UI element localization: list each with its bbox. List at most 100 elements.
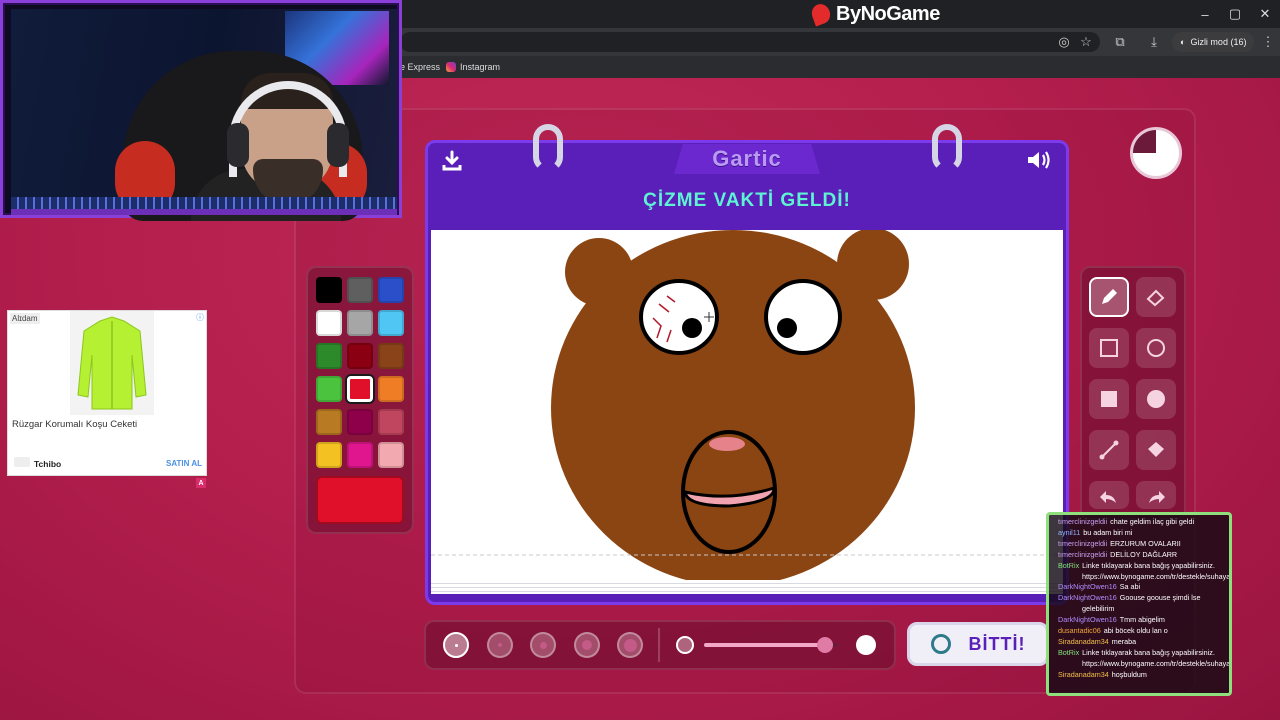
color-swatch[interactable] <box>347 409 373 435</box>
done-button[interactable]: BİTTİ! <box>907 622 1049 666</box>
webcam-overlay <box>0 0 402 221</box>
chat-username: tımerclinizgeldii <box>1058 538 1108 548</box>
color-swatch[interactable] <box>316 310 342 336</box>
drawing-canvas[interactable] <box>431 228 1063 594</box>
download-icon[interactable]: ⤓ <box>1142 31 1166 53</box>
color-swatch[interactable] <box>378 343 404 369</box>
chat-text: Goouse goouse şimdi lse <box>1119 593 1201 603</box>
brush-size-button[interactable] <box>443 632 469 658</box>
color-swatch[interactable] <box>316 409 342 435</box>
brand-logo: ByNoGame <box>809 1 940 27</box>
paper-edge <box>431 580 1063 594</box>
color-swatch[interactable] <box>347 277 373 303</box>
opacity-min-icon[interactable] <box>676 636 694 654</box>
tracking-off-icon[interactable]: ◎ <box>1052 31 1076 53</box>
chat-username: DarkNightOwen16 <box>1058 593 1117 603</box>
color-swatch[interactable] <box>378 277 404 303</box>
color-swatch[interactable] <box>316 376 342 402</box>
bookmark-instagram[interactable]: Instagram <box>446 58 500 76</box>
opacity-max-icon[interactable] <box>856 635 876 655</box>
fill-bucket-tool-button[interactable] <box>1136 430 1176 470</box>
color-swatch[interactable] <box>378 442 404 468</box>
binder-ring <box>533 124 563 172</box>
chat-text: DELİLOY DAĞLARR <box>1110 549 1178 559</box>
chat-text: https://www.bynogame.com/tr/destekle/suh… <box>1082 658 1232 668</box>
color-swatch[interactable] <box>316 277 342 303</box>
color-swatch[interactable] <box>347 376 373 402</box>
chat-username: aynil11 <box>1058 527 1081 537</box>
bynogame-logo-icon <box>809 1 833 27</box>
color-swatch[interactable] <box>316 442 342 468</box>
binder-ring <box>932 124 962 172</box>
download-drawing-icon[interactable] <box>438 148 466 174</box>
redo-tool-button[interactable] <box>1136 481 1176 509</box>
bookmark-express[interactable]: e Express <box>400 58 440 76</box>
ad-title[interactable]: Rüzgar Korumalı Koşu Ceketi <box>12 419 137 430</box>
chat-message: tımerclinizgeldii chate geldim ilaç gibi … <box>1058 517 1223 528</box>
color-swatch[interactable] <box>378 409 404 435</box>
checkmark-icon <box>930 634 951 654</box>
ad-image <box>70 311 154 415</box>
incognito-profile[interactable]: ◐ Gizli mod (16) <box>1172 32 1255 52</box>
filled-circle-tool-button[interactable] <box>1136 379 1176 419</box>
line-tool-button[interactable] <box>1089 430 1129 470</box>
eraser-tool-button[interactable] <box>1136 277 1176 317</box>
chat-message: DarkNightOwen16 Sa abi <box>1058 582 1223 593</box>
circle-tool-button[interactable] <box>1136 328 1176 368</box>
color-swatch[interactable] <box>347 343 373 369</box>
brush-size-button[interactable] <box>530 632 556 658</box>
color-swatch[interactable] <box>378 310 404 336</box>
webcam-frame-bottom <box>11 209 397 215</box>
bookmark-star-icon[interactable]: ☆ <box>1074 31 1098 53</box>
headphone-cup <box>327 123 349 167</box>
chat-message: Siradanadam34 hoşbuldum <box>1058 670 1223 681</box>
round-timer <box>1130 127 1182 179</box>
chat-message: Siradanadam34 meraba <box>1058 637 1223 648</box>
chat-text: https://www.bynogame.com/tr/destekle/suh… <box>1082 571 1232 581</box>
ad-cta-link[interactable]: SATIN AL <box>166 459 202 468</box>
adchoices-badge[interactable]: A <box>196 478 206 488</box>
chat-message: DarkNightOwen16 Goouse goouse şimdi lse <box>1058 593 1223 604</box>
chat-username: BotRix <box>1058 647 1080 657</box>
undo-tool-button[interactable] <box>1089 481 1129 509</box>
rectangle-tool-button[interactable] <box>1089 328 1129 368</box>
ad-info-icon[interactable]: ⓘ <box>196 312 204 323</box>
chat-username: BotRix <box>1058 560 1080 570</box>
volume-icon[interactable] <box>1024 146 1054 174</box>
address-bar[interactable] <box>400 32 1100 52</box>
chat-message: DarkNightOwen16 Tmm abigelim <box>1058 615 1223 626</box>
chat-message: BotRix Linke tıklayarak bana bağış yapabi… <box>1058 561 1223 572</box>
color-swatch[interactable] <box>316 343 342 369</box>
chat-username: DarkNightOwen16 <box>1058 615 1117 625</box>
brush-size-button[interactable] <box>617 632 643 658</box>
ad-brand: Tchibo <box>34 459 62 469</box>
instagram-icon <box>446 62 456 72</box>
extensions-icon[interactable]: ⧉ <box>1108 31 1132 53</box>
color-swatch[interactable] <box>378 376 404 402</box>
profile-label: Gizli mod (16) <box>1190 37 1247 47</box>
pencil-tool-button[interactable] <box>1089 277 1129 317</box>
filled-rectangle-tool-button[interactable] <box>1089 379 1129 419</box>
brush-size-dot <box>497 643 502 647</box>
opacity-slider-handle[interactable] <box>816 637 833 653</box>
chat-text: Linke tıklayarak bana bağış yapabilirsin… <box>1082 560 1215 570</box>
maximize-icon[interactable]: ▢ <box>1220 0 1250 28</box>
chat-username: Siradanadam34 <box>1058 636 1109 646</box>
close-icon[interactable]: ✕ <box>1250 0 1280 28</box>
brush-size-button[interactable] <box>573 632 600 658</box>
opacity-slider-fill <box>704 643 825 647</box>
bookmark-label: e Express <box>400 62 441 72</box>
brush-size-button[interactable] <box>486 632 513 658</box>
done-label: BİTTİ! <box>968 633 1026 654</box>
brush-size-dot <box>581 640 592 650</box>
tchibo-logo-icon <box>14 457 30 467</box>
chat-message: dusantadic06 abi böcek oldu lan o <box>1058 626 1223 637</box>
minimize-icon[interactable]: – <box>1190 0 1220 28</box>
color-swatch[interactable] <box>347 442 373 468</box>
color-swatch[interactable] <box>347 310 373 336</box>
chat-text: hoşbuldum <box>1111 669 1147 679</box>
stream-chat: tımerclinizgeldii chate geldim ilaç gibi … <box>1046 512 1232 696</box>
chat-username: tımerclinizgeldii <box>1058 549 1108 559</box>
menu-dots-icon[interactable]: ⋮ <box>1256 31 1280 53</box>
ad-banner[interactable]: Alɪdam ⓘ Rüzgar Korumalı Koşu Ceketi Tch… <box>7 310 207 476</box>
